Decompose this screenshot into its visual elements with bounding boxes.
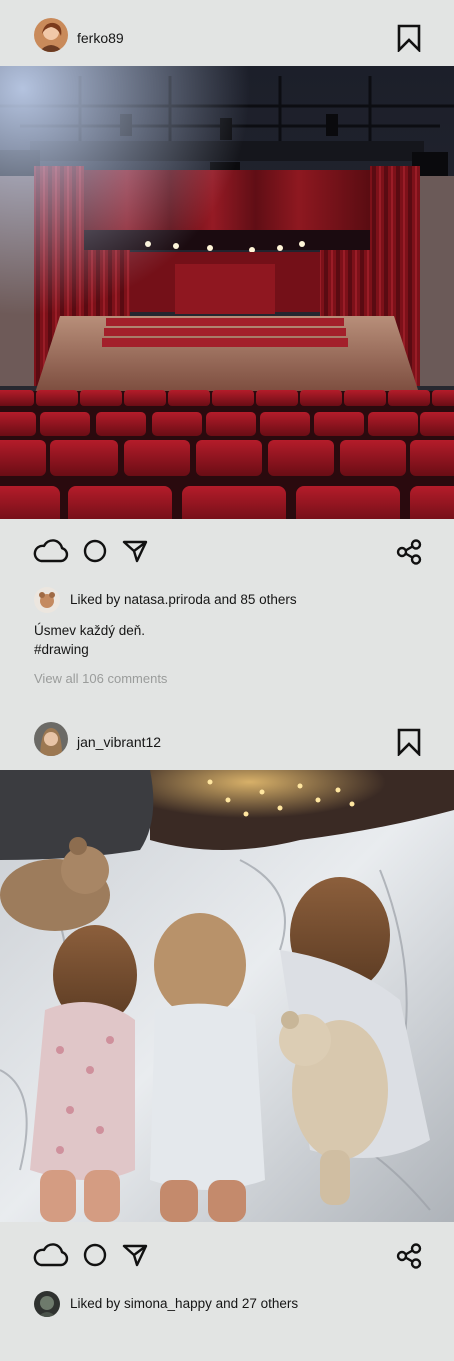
likes-row: Liked by simona_happy and 27 others xyxy=(0,1289,454,1319)
post-photo[interactable] xyxy=(0,770,454,1222)
share-icon[interactable] xyxy=(396,539,422,565)
cloud-icon[interactable] xyxy=(33,537,69,563)
bookmark-icon[interactable] xyxy=(396,24,422,52)
likes-row: Liked by natasa.priroda and 85 others xyxy=(0,585,454,615)
girls-on-bed-photo xyxy=(0,770,454,1222)
likes-text[interactable]: Liked by natasa.priroda and 85 others xyxy=(70,592,297,607)
liker-avatar[interactable] xyxy=(34,587,60,613)
avatar[interactable] xyxy=(34,722,68,756)
action-bar xyxy=(0,1226,454,1286)
view-comments-link[interactable]: View all 106 comments xyxy=(34,671,167,686)
username[interactable]: ferko89 xyxy=(77,30,124,46)
caption-text: Úsmev každý deň. xyxy=(34,623,146,638)
post-2: jan_vibrant12 Liked by simona_happy and … xyxy=(0,704,454,1361)
circle-icon[interactable] xyxy=(83,539,107,563)
avatar[interactable] xyxy=(34,18,68,52)
theater-auditorium-photo xyxy=(0,66,454,519)
post-1: ferko89 Liked by natasa.priroda and 85 o… xyxy=(0,0,454,720)
likes-text[interactable]: Liked by simona_happy and 27 others xyxy=(70,1296,298,1311)
caption: Úsmev každý deň. #drawing xyxy=(34,621,145,659)
liker-avatar[interactable] xyxy=(34,1291,60,1317)
caption-hashtag[interactable]: #drawing xyxy=(34,640,145,659)
send-triangle-icon[interactable] xyxy=(122,1243,148,1267)
post-photo[interactable] xyxy=(0,66,454,519)
share-icon[interactable] xyxy=(396,1243,422,1269)
cloud-icon[interactable] xyxy=(33,1241,69,1267)
post-header: jan_vibrant12 xyxy=(0,704,454,770)
username[interactable]: jan_vibrant12 xyxy=(77,734,161,750)
post-header: ferko89 xyxy=(0,0,454,66)
bookmark-icon[interactable] xyxy=(396,728,422,756)
send-triangle-icon[interactable] xyxy=(122,539,148,563)
circle-icon[interactable] xyxy=(83,1243,107,1267)
action-bar xyxy=(0,522,454,582)
